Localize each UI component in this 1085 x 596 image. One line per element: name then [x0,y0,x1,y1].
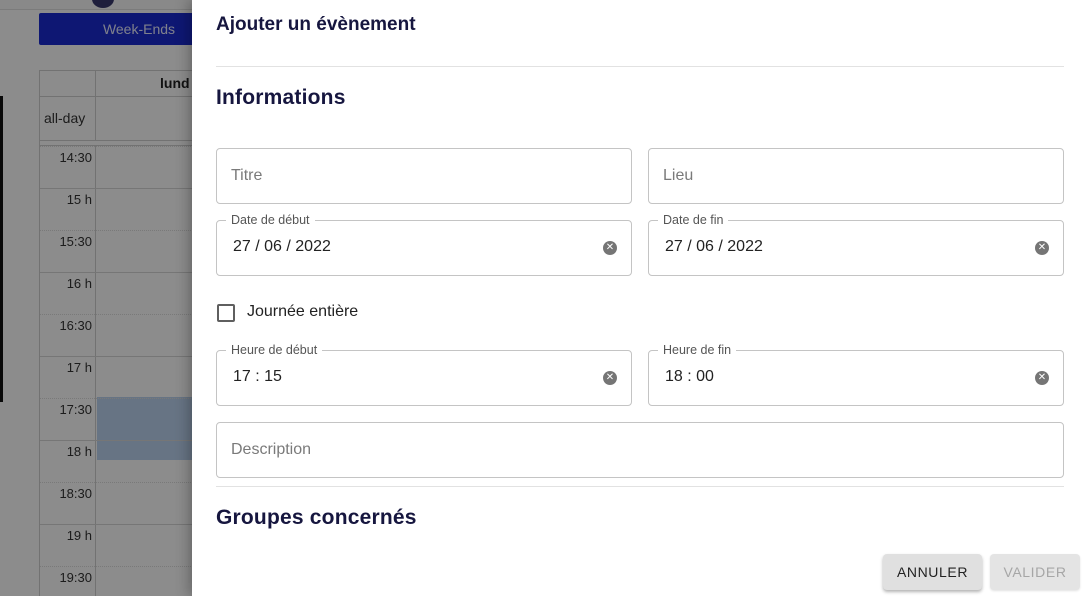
dialog-title: Ajouter un évènement [216,14,416,35]
heure-fin-label: Heure de fin [658,343,737,358]
date-debut-label: Date de début [226,213,315,228]
divider [216,66,1064,67]
heure-fin-value[interactable]: 18 : 00 [665,368,714,386]
add-event-drawer: Ajouter un évènement Informations Date d… [192,0,1085,596]
date-fin-label: Date de fin [658,213,729,228]
clear-icon[interactable]: ✕ [603,241,617,255]
date-fin-value[interactable]: 27 / 06 / 2022 [665,238,763,256]
heure-fin-field[interactable]: Heure de fin 18 : 00 ✕ [648,343,1064,406]
titre-field [216,148,632,204]
heure-debut-field[interactable]: Heure de début 17 : 15 ✕ [216,343,632,406]
date-fin-field[interactable]: Date de fin 27 / 06 / 2022 ✕ [648,213,1064,276]
heure-debut-label: Heure de début [226,343,323,358]
submit-button[interactable]: VALIDER [990,554,1080,590]
heure-debut-value[interactable]: 17 : 15 [233,368,282,386]
lieu-input[interactable] [649,149,1063,203]
description-input[interactable] [217,423,1063,477]
clear-icon[interactable]: ✕ [1035,371,1049,385]
cancel-button[interactable]: ANNULER [883,554,982,590]
divider [216,486,1064,487]
journee-entiere-label: Journée entière [247,303,359,320]
clear-icon[interactable]: ✕ [1035,241,1049,255]
section-title-groupes: Groupes concernés [216,506,417,529]
clear-icon[interactable]: ✕ [603,371,617,385]
date-debut-field[interactable]: Date de début 27 / 06 / 2022 ✕ [216,213,632,276]
date-debut-value[interactable]: 27 / 06 / 2022 [233,238,331,256]
titre-input[interactable] [217,149,631,203]
section-title-informations: Informations [216,86,346,109]
lieu-field [648,148,1064,204]
checkbox-icon[interactable] [217,304,235,322]
description-field [216,422,1064,478]
